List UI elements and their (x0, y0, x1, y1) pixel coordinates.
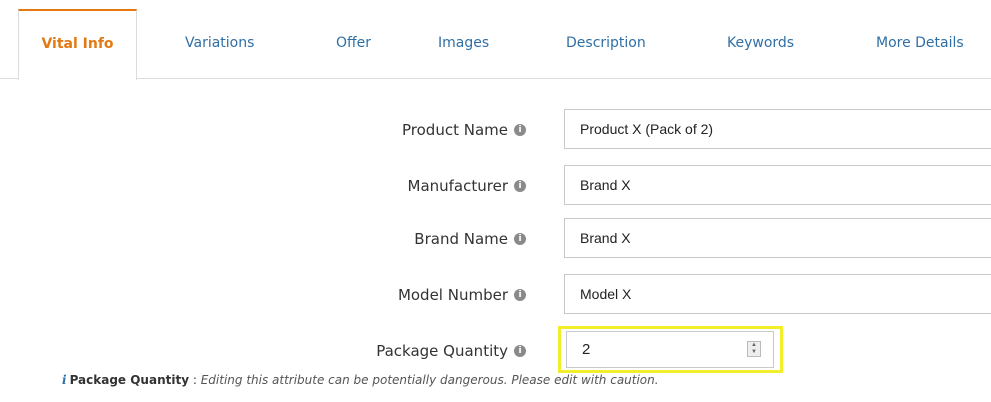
tab-more-details[interactable]: More Details (876, 10, 964, 78)
product-name-row: Product Name i Product X (Pack of 2) (0, 106, 991, 154)
manufacturer-input[interactable]: Brand X (564, 165, 991, 205)
model-number-row: Model Number i Model X (0, 271, 991, 319)
warning-message: i Package Quantity : Editing this attribu… (62, 373, 659, 387)
package-quantity-value: 2 (582, 341, 591, 358)
brand-name-input[interactable]: Brand X (564, 218, 991, 258)
brand-name-row: Brand Name i Brand X (0, 215, 991, 263)
tab-images[interactable]: Images (438, 10, 489, 78)
warning-label: Package Quantity (69, 373, 190, 387)
package-quantity-row: Package Quantity i 2 ▲ ▼ (0, 326, 991, 375)
info-icon[interactable]: i (514, 232, 526, 245)
package-quantity-label: Package Quantity i (376, 327, 526, 375)
tab-keywords[interactable]: Keywords (727, 10, 794, 78)
manufacturer-row: Manufacturer i Brand X (0, 162, 991, 210)
spinner-down-icon[interactable]: ▼ (748, 349, 760, 356)
tab-description[interactable]: Description (566, 10, 646, 78)
tab-vital-info[interactable]: Vital Info (18, 9, 137, 80)
warning-separator: : (189, 373, 201, 387)
spinner-up-icon[interactable]: ▲ (748, 342, 760, 349)
brand-name-label: Brand Name i (414, 215, 526, 263)
info-icon[interactable]: i (514, 179, 526, 192)
top-margin (0, 0, 991, 10)
info-icon[interactable]: i (514, 288, 526, 301)
product-name-label: Product Name i (402, 106, 526, 154)
tab-bar: Vital Info Variations Offer Images Descr… (0, 9, 991, 80)
info-icon[interactable]: i (514, 123, 526, 136)
info-icon: i (62, 373, 67, 387)
package-quantity-stepper[interactable]: 2 ▲ ▼ (566, 331, 774, 368)
tab-offer[interactable]: Offer (336, 10, 371, 78)
tab-variations[interactable]: Variations (185, 10, 254, 78)
info-icon[interactable]: i (514, 344, 526, 357)
product-name-input[interactable]: Product X (Pack of 2) (564, 109, 991, 149)
manufacturer-label: Manufacturer i (408, 162, 526, 210)
model-number-input[interactable]: Model X (564, 274, 991, 314)
warning-text: Editing this attribute can be potentiall… (200, 373, 659, 387)
spinner-control[interactable]: ▲ ▼ (747, 341, 761, 357)
model-number-label: Model Number i (398, 271, 526, 319)
